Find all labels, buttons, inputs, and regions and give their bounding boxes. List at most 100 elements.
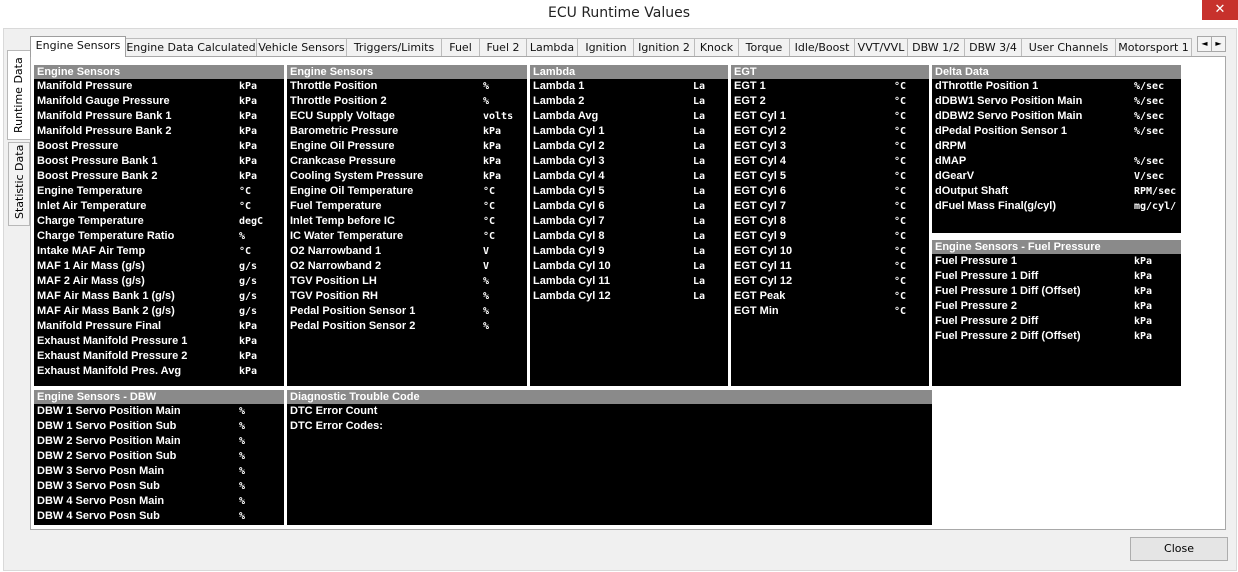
row-label: Lambda Cyl 4 (533, 170, 605, 182)
window-close-icon[interactable]: ✕ (1202, 0, 1238, 20)
panel-header: Diagnostic Trouble Code (287, 390, 932, 404)
table-row: Lambda Cyl 11 La (530, 274, 728, 289)
tab-scroll-left-icon[interactable]: ◄ (1197, 36, 1212, 52)
tab-fuel-2[interactable]: Fuel 2 (479, 38, 527, 56)
window-title: ECU Runtime Values (548, 5, 690, 21)
row-label: Fuel Pressure 2 Diff (935, 315, 1039, 327)
tab-engine-data-calculated[interactable]: Engine Data Calculated (125, 38, 257, 56)
row-label: EGT Cyl 2 (734, 125, 786, 137)
table-row: DBW 2 Servo Position Sub% (34, 449, 284, 464)
row-unit: % (483, 291, 490, 302)
row-unit: °C (894, 81, 907, 92)
row-label: Manifold Pressure (37, 80, 133, 92)
row-unit: La (693, 201, 706, 212)
table-row: Fuel Pressure 2 Diff kPa (932, 314, 1181, 329)
tab-dbw-3-4[interactable]: DBW 3/4 (964, 38, 1022, 56)
row-unit: V (483, 246, 490, 257)
table-row: MAF 1 Air Mass (g/s) g/s (34, 259, 284, 274)
row-label: DBW 1 Servo Position Main (37, 405, 181, 417)
tab-ignition-2[interactable]: Ignition 2 (633, 38, 695, 56)
row-unit: °C (483, 216, 496, 227)
row-label: dDBW2 Servo Position Main (935, 110, 1083, 122)
row-label: Boost Pressure Bank 1 (37, 155, 158, 167)
table-row: Manifold Pressure Bank 1 kPa (34, 109, 284, 124)
table-row: TGV Position LH% (287, 274, 527, 289)
row-unit: % (483, 321, 490, 332)
tab-strip: Engine Sensors Engine Data Calculated Vehi… (30, 36, 1226, 57)
runtime-content: Engine Sensors Manifold Pressure kPa Manifo… (30, 56, 1226, 530)
table-row: Lambda Cyl 7 La (530, 214, 728, 229)
row-label: MAF 1 Air Mass (g/s) (37, 260, 145, 272)
tab-engine-sensors[interactable]: Engine Sensors (30, 36, 126, 57)
side-tab-statistic-data[interactable]: Statistic Data (8, 142, 30, 226)
row-label: Lambda Cyl 8 (533, 230, 605, 242)
tab-dbw-1-2[interactable]: DBW 1/2 (907, 38, 965, 56)
row-unit: %/sec (1134, 96, 1165, 107)
row-label: EGT Cyl 1 (734, 110, 786, 122)
row-unit: °C (483, 201, 496, 212)
table-row: Lambda Cyl 2 La (530, 139, 728, 154)
row-unit: La (693, 141, 706, 152)
tab-idle-boost[interactable]: Idle/Boost (789, 38, 855, 56)
tab-vvt-vvl[interactable]: VVT/VVL (854, 38, 908, 56)
table-row: DBW 2 Servo Position Main% (34, 434, 284, 449)
tab-fuel[interactable]: Fuel (441, 38, 480, 56)
tab-knock[interactable]: Knock (694, 38, 739, 56)
row-unit: kPa (239, 81, 258, 92)
row-label: Manifold Pressure Bank 1 (37, 110, 172, 122)
row-label: DBW 3 Servo Posn Sub (37, 480, 160, 492)
tab-triggers-limits[interactable]: Triggers/Limits (346, 38, 442, 56)
table-row: EGT Peak °C (731, 289, 929, 304)
tab-torque[interactable]: Torque (738, 38, 790, 56)
title-bar: ECU Runtime Values ✕ (0, 0, 1238, 28)
row-label: EGT Cyl 11 (734, 260, 792, 272)
table-row: DBW 3 Servo Posn Main% (34, 464, 284, 479)
row-unit: kPa (1134, 331, 1153, 342)
table-row: DBW 3 Servo Posn Sub% (34, 479, 284, 494)
panel-engine-sensors-1: Engine Sensors Manifold Pressure kPa Manifo… (34, 65, 284, 386)
tab-motorsport-1[interactable]: Motorsport 1 (1115, 38, 1192, 56)
table-row: Fuel Pressure 1 Diff kPa (932, 269, 1181, 284)
table-row: Cooling System Pressure kPa (287, 169, 527, 184)
tab-ignition[interactable]: Ignition (577, 38, 635, 56)
row-unit: °C (894, 246, 907, 257)
row-label: Lambda Cyl 11 (533, 275, 611, 287)
table-row: Charge Temperature degC (34, 214, 284, 229)
row-unit: % (239, 451, 246, 462)
tab-vehicle-sensors[interactable]: Vehicle Sensors (256, 38, 347, 56)
row-label: Lambda 1 (533, 80, 585, 92)
table-row: Manifold Pressure Final kPa (34, 319, 284, 334)
row-label: DBW 3 Servo Posn Main (37, 465, 165, 477)
row-label: dThrottle Position 1 (935, 80, 1039, 92)
row-label: Fuel Pressure 1 Diff (935, 270, 1039, 282)
table-row: Throttle Position% (287, 79, 527, 94)
row-unit: kPa (1134, 256, 1153, 267)
row-unit: V (483, 261, 490, 272)
close-button[interactable]: Close (1130, 537, 1228, 561)
table-row: Crankcase Pressure kPa (287, 154, 527, 169)
tab-user-channels[interactable]: User Channels (1021, 38, 1116, 56)
row-unit: °C (894, 186, 907, 197)
tab-scroll-right-icon[interactable]: ► (1211, 36, 1226, 52)
row-label: TGV Position LH (290, 275, 377, 287)
panel-header: EGT (731, 65, 929, 79)
side-tab-runtime-data[interactable]: Runtime Data (7, 50, 31, 140)
table-row: EGT Cyl 5 °C (731, 169, 929, 184)
table-row: Lambda Cyl 8 La (530, 229, 728, 244)
panel-header: Engine Sensors - Fuel Pressure (932, 240, 1181, 254)
table-row: Fuel Temperature °C (287, 199, 527, 214)
table-row: EGT Cyl 3 °C (731, 139, 929, 154)
row-label: Lambda Cyl 7 (533, 215, 605, 227)
table-row: Lambda Cyl 5 La (530, 184, 728, 199)
table-row: dMAP %/sec (932, 154, 1181, 169)
row-label: Crankcase Pressure (290, 155, 396, 167)
table-row: IC Water Temperature °C (287, 229, 527, 244)
table-row: Fuel Pressure 1 Diff (Offset) kPa (932, 284, 1181, 299)
tab-lambda[interactable]: Lambda (526, 38, 578, 56)
table-row: DBW 4 Servo Posn Sub% (34, 509, 284, 524)
row-label: Fuel Pressure 1 Diff (Offset) (935, 285, 1081, 297)
table-row: dFuel Mass Final(g/cyl) mg/cyl/ (932, 199, 1181, 214)
row-label: Exhaust Manifold Pressure 2 (37, 350, 188, 362)
row-unit: °C (894, 261, 907, 272)
row-unit: °C (894, 126, 907, 137)
